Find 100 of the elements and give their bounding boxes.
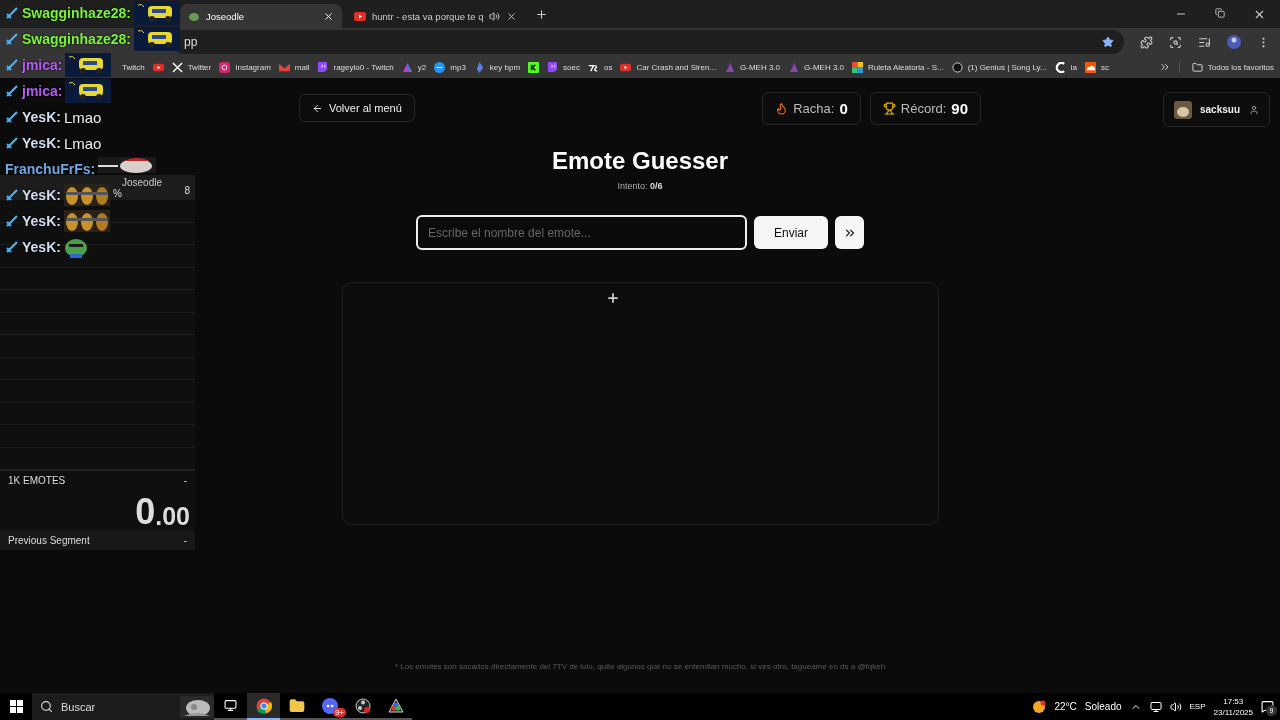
taskbar-app[interactable] (247, 693, 280, 720)
browser-tab[interactable]: huntr - esta va porque te q (346, 4, 526, 28)
bookmark[interactable]: Twitter (171, 61, 212, 73)
crosshair-icon (605, 291, 620, 305)
avatar-icon (1174, 100, 1192, 119)
bookmark[interactable]: ia (1054, 61, 1077, 73)
chat-username: FranchuFrFs: (5, 161, 96, 177)
search-icon (40, 700, 53, 713)
chat-username: YesK: (22, 109, 61, 125)
chat-message: Lmao (63, 134, 102, 152)
bookmark[interactable] (528, 61, 540, 73)
avatar-icon[interactable] (1227, 35, 1241, 49)
obs-icon (354, 697, 371, 714)
splits-column: % (113, 188, 122, 199)
bookmark-folder[interactable]: Todos los favoritos (1178, 61, 1274, 73)
notification-badge: 9+ (332, 708, 346, 717)
square-icon (528, 61, 540, 73)
network-icon[interactable] (1149, 700, 1162, 713)
chrome-icon (255, 697, 272, 714)
submit-button[interactable]: Enviar (754, 216, 828, 249)
bookmark[interactable]: G-MEH 3.0 (788, 61, 845, 73)
flame-icon (775, 102, 789, 115)
guess-input[interactable]: Escribe el nombre del emote... (416, 215, 747, 250)
monitor-icon (224, 699, 237, 712)
streak-value: 0 (839, 100, 848, 117)
search-field[interactable]: Buscar (32, 693, 214, 720)
bookmark[interactable]: Twitch (122, 62, 145, 72)
play-icon (354, 11, 366, 21)
bookmark[interactable]: os (587, 61, 613, 73)
bookmark[interactable]: G-MEH 3.0 (724, 61, 781, 73)
chat-username: jmica: (22, 57, 63, 73)
triangle-icon (387, 697, 404, 714)
bookmark[interactable]: mail (278, 61, 310, 73)
arrow-left-icon (312, 102, 323, 114)
folder-icon (1191, 61, 1203, 73)
chat-username: YesK: (22, 239, 61, 255)
temperature: 22°C (1054, 701, 1077, 712)
sun-icon (1032, 699, 1047, 714)
attempts-counter: Intento: 0/6 (617, 181, 663, 191)
clock[interactable]: 17:53 23/11/2025 (1213, 695, 1253, 718)
browser-tab[interactable]: Joseodle (180, 4, 342, 28)
bookmark[interactable]: Instagram (219, 61, 271, 73)
chat-message: Lmao (63, 108, 102, 126)
close-icon[interactable] (506, 10, 518, 22)
bookmark[interactable]: rageylo0 - Twitch (317, 61, 394, 73)
page-title: Emote Guesser (551, 147, 729, 175)
volume-icon[interactable] (1169, 700, 1182, 713)
puzzle-icon[interactable] (1140, 35, 1153, 49)
triangle-icon (724, 61, 735, 73)
user-icon (1249, 104, 1259, 115)
taskbar-app[interactable]: 9+ (313, 693, 346, 720)
bookmark[interactable]: soec (547, 61, 580, 73)
back-button[interactable]: Volver al menú (299, 94, 415, 122)
chat-username: Swagginhaze28: (22, 5, 131, 21)
bookmark[interactable]: mp3 (434, 61, 466, 73)
bookmark[interactable]: y2 (401, 61, 427, 73)
previous-segment-label: Previous Segment (8, 534, 90, 546)
trophy-icon (882, 102, 896, 115)
play-icon (152, 61, 164, 73)
envelope-icon (278, 61, 290, 73)
bookmark[interactable]: sc (1084, 61, 1109, 73)
color-grid-icon (852, 61, 864, 73)
cloud-icon (1084, 61, 1096, 73)
streak-label: Racha: (793, 101, 835, 116)
folder-icon (288, 697, 305, 714)
close-icon[interactable] (323, 10, 334, 22)
lens-icon[interactable] (1169, 35, 1182, 49)
segment-name: 1K EMOTES (8, 475, 66, 486)
triangle-icon (788, 61, 800, 73)
bookmark[interactable]: key bpm (473, 61, 521, 73)
record-label: Récord: (900, 101, 947, 116)
playlist-icon[interactable] (1198, 35, 1211, 49)
splits-column: 8 (184, 185, 190, 196)
chat-bubble-icon (547, 61, 559, 73)
chat-username: jmica: (22, 83, 63, 99)
bookmark[interactable]: Ruleta Aleatoria - S... (852, 61, 944, 73)
camera-icon (219, 61, 231, 73)
bookmark[interactable]: (1) Genius | Song Ly... (951, 61, 1047, 73)
restore-icon[interactable] (1215, 7, 1225, 18)
skip-button[interactable] (835, 216, 864, 249)
user-button[interactable]: sacksuu (1163, 92, 1270, 127)
x-mark-icon (171, 61, 183, 73)
bookmark[interactable]: Car Crash and Siren... (620, 61, 716, 73)
chat-username: Swagginhaze28: (22, 31, 131, 47)
segment-value: - (183, 475, 187, 486)
circle-icon (434, 61, 446, 73)
star-icon[interactable] (1102, 36, 1114, 48)
timer: 0.00 (134, 490, 191, 530)
splits-title: Joseodle (122, 177, 163, 188)
language-indicator[interactable]: ESP (1189, 702, 1206, 711)
chevrons-right-icon[interactable] (1158, 61, 1171, 73)
record-value: 90 (951, 100, 968, 117)
bookmark[interactable] (152, 61, 164, 73)
weather-condition: Soleado (1084, 701, 1122, 712)
chat-username: YesK: (22, 135, 61, 151)
new-tab-icon[interactable] (535, 7, 549, 21)
chat-username: YesK: (22, 187, 61, 203)
circle-icon (951, 61, 963, 73)
chat-username: YesK: (22, 213, 61, 229)
chat-bubble-icon (317, 61, 329, 73)
